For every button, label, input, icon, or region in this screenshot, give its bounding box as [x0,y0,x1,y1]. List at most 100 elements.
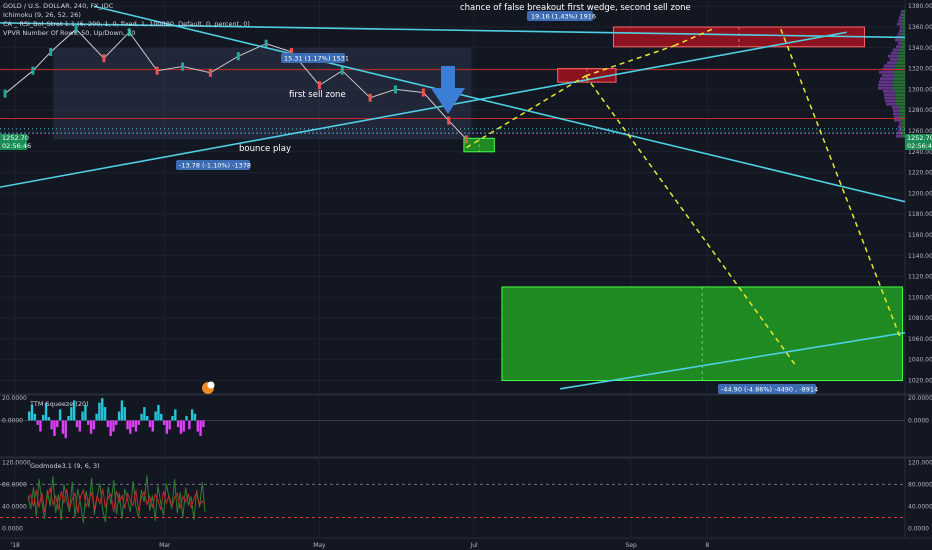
squeeze-bar [98,402,101,421]
squeeze-bar [143,407,146,421]
volume-profile-bar [900,134,905,138]
volume-profile-bar [902,122,905,125]
volume-profile-bar [901,10,904,13]
volume-profile-bar [886,102,897,106]
volume-profile-bar [895,64,905,68]
squeeze-bar [126,420,129,430]
volume-profile-bar [898,51,905,55]
price-tick-label: 1280.00 [908,107,932,114]
squeeze-bar [120,400,124,421]
volume-profile-bar [884,93,896,96]
squeeze-bar [87,420,90,425]
price-candle [3,89,7,98]
ttm-left-tick-label: 20.0000 [2,395,27,402]
measure-tag-target[interactable]: -44.90 (-4.86%) -4490 , -8914 [718,384,818,394]
measure-tag-top-label: 19.16 (1.43%) 1916 [531,13,596,21]
price-candle [368,93,372,102]
price-pane[interactable] [0,5,906,390]
squeeze-bar [196,420,199,432]
godmode-label[interactable]: Godmode3.1 (9, 6, 3) [30,462,100,470]
bounce-play-note[interactable]: bounce play [239,144,291,154]
volume-profile-bar [883,90,896,93]
volume-profile-bar [895,93,905,96]
squeeze-bar [165,420,169,434]
squeeze-bar [33,413,37,421]
ttm-squeeze-pane[interactable]: 20.0000 0.0000 [0,395,905,439]
squeeze-bar [171,416,174,421]
squeeze-bar [42,414,45,421]
squeeze-bar [101,398,104,421]
indicator-ichimoku[interactable]: Ichimoku (9, 26, 52, 26) [3,11,81,19]
volume-profile-bar [903,10,905,13]
earnings-event-icon[interactable] [202,381,215,395]
volume-profile-bar [879,70,894,74]
squeeze-bar [67,416,70,421]
volume-profile-bar [899,16,903,20]
price-candle [49,47,53,56]
volume-profile-bar [902,29,905,32]
squeeze-bar [89,420,93,434]
godmode-tick-label: 40.0000 [908,503,932,510]
volume-profile-bar [892,106,900,109]
ttm-squeeze-label[interactable]: TTM Squeeze (20) [29,400,89,408]
price-candle [264,39,268,48]
volume-profile-bar [897,54,905,58]
squeeze-bar [123,407,126,421]
symbol-title[interactable]: GOLD / U.S. DOLLAR, 240, FX_IDC [3,2,114,10]
squeeze-bar [92,420,96,430]
squeeze-bar [36,420,39,425]
godmode-pane[interactable]: 120.0000 80.0000 40.0000 0.0000 [0,459,905,533]
first-sell-zone-note[interactable]: first sell zone [289,90,346,100]
trading-chart[interactable]: 20.0000 0.0000 120.000080.000040.00000.00… [0,0,932,550]
squeeze-bar [109,420,112,436]
volume-profile-bar [894,115,901,119]
price-candle [317,81,321,90]
price-tick-label: 1020.00 [908,378,932,385]
volume-profile-bar [890,58,899,61]
squeeze-bar [103,407,107,421]
price-tick-label: 1300.00 [908,86,932,93]
volume-profile-bar [896,61,905,64]
indicator-band [53,47,472,140]
volume-profile-bar [894,118,901,122]
volume-profile-bar [899,112,905,116]
price-candle [31,66,35,75]
volume-profile-bar [899,109,905,112]
volume-profile-bar [899,106,905,109]
volume-profile-bar [878,83,893,87]
ttm-left-tick-label: 0.0000 [2,417,23,424]
volume-profile-bar [901,22,905,26]
volume-profile-bar [887,61,897,64]
price-tick-label: 1080.00 [908,315,932,322]
squeeze-bar [199,420,202,436]
measure-tag-sell[interactable]: 15.31 (1.17%) 1531 [281,53,349,63]
volume-profile-bar [900,45,905,48]
squeeze-bar [28,411,31,421]
right-price-axis[interactable]: 1380.00 1360.00 1340.00 1320.00 1300.00 1280.… [908,3,932,532]
volume-profile-bar [891,51,899,55]
volume-profile-bar [894,74,905,77]
time-axis[interactable]: '18 Mar May Jul Sep 8 [11,542,710,549]
price-candle [393,85,397,94]
price-candle [155,66,159,75]
volume-profile-bar [896,134,901,138]
squeeze-bar [146,416,149,421]
volume-profile-bar [898,58,905,61]
measure-tag-top[interactable]: 19.16 (1.43%) 1916 [527,11,596,21]
squeeze-bar [140,413,143,421]
volume-profile-bar [898,125,902,128]
price-tick-label: 1040.00 [908,357,932,364]
volume-profile-bar [893,109,900,112]
volume-profile-bar [896,102,905,106]
volume-profile-bar [900,115,905,119]
volume-profile-bar [896,99,905,103]
indicator-vpvr[interactable]: VPVR Number Of Rows, 50, Up/Down, 70 [3,29,135,37]
squeeze-bar [81,411,84,421]
godmode-tick-label: 0.0000 [908,526,929,533]
volume-profile-bar [884,96,896,100]
indicator-rsi-bol[interactable]: CA _ RSI_Bol_Strat 1.1 (6, 200, 1, 0, fi… [3,20,250,28]
chart-legend: GOLD / U.S. DOLLAR, 240, FX_IDC Ichimoku… [3,2,250,37]
volume-profile-bar [882,74,895,77]
measure-tag-bounce[interactable]: -13.78 (-1.10%) -1378 [176,160,251,170]
last-price-left-value: 1252.70 [2,134,29,142]
